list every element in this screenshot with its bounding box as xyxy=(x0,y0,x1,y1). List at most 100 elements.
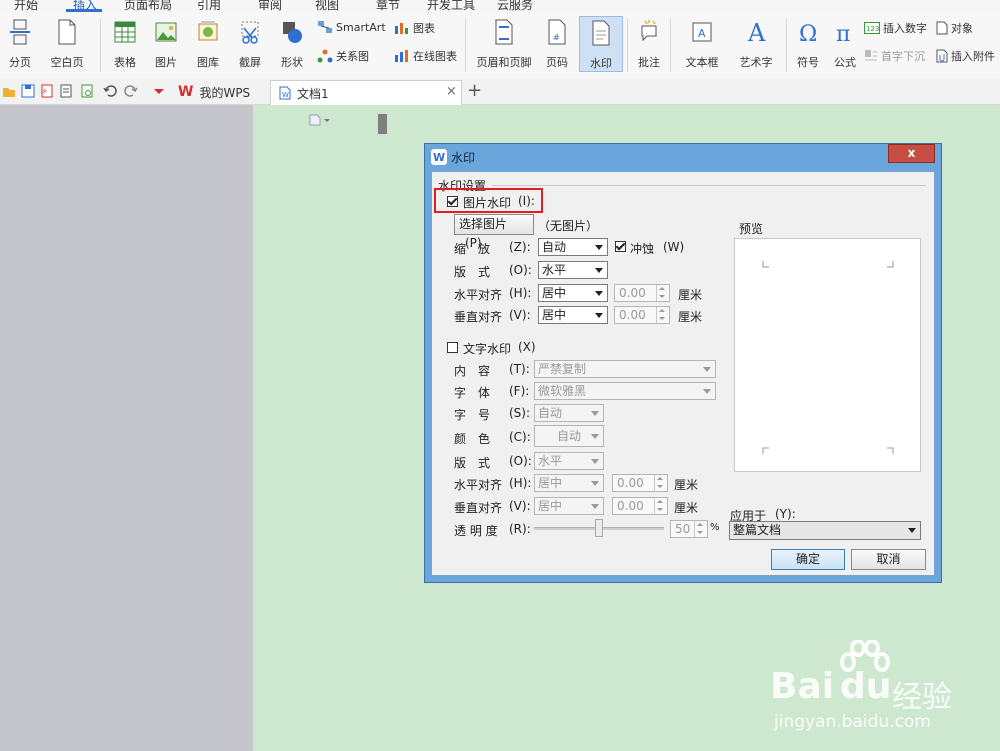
undo-icon[interactable] xyxy=(103,84,117,98)
watermark-button[interactable]: 水印 xyxy=(579,16,623,72)
paste-options-icon[interactable] xyxy=(309,114,331,126)
picture-button[interactable]: 图片 xyxy=(148,18,184,69)
tab-chapter[interactable]: 章节 xyxy=(376,0,400,12)
dialog-title-bar[interactable]: W 水印 x xyxy=(425,144,941,170)
svg-text:P: P xyxy=(43,89,47,96)
save-icon[interactable] xyxy=(21,84,35,98)
ribbon-separator xyxy=(465,18,466,72)
select-picture-button[interactable]: 选择图片 (P) xyxy=(454,214,534,250)
color-select[interactable]: 自动 xyxy=(534,425,604,447)
shape-icon xyxy=(283,22,302,43)
text-vertical-align-shortcut: (V): xyxy=(509,499,531,513)
transparency-spinner[interactable]: 50 xyxy=(670,520,708,538)
screenshot-label: 截屏 xyxy=(239,56,261,69)
table-label: 表格 xyxy=(114,56,136,69)
font-select[interactable]: 微软雅黑 xyxy=(534,382,716,400)
relation-chart-button[interactable]: 关系图 xyxy=(317,48,369,64)
new-tab-icon[interactable]: + xyxy=(467,80,482,101)
page-number-button[interactable]: # 页码 xyxy=(538,18,576,69)
content-select[interactable]: 严禁复制 xyxy=(534,360,716,378)
gallery-button[interactable]: 图库 xyxy=(190,18,226,69)
tab-cloud[interactable]: 云服务 xyxy=(497,0,533,12)
tab-developer[interactable]: 开发工具 xyxy=(427,0,475,12)
doc-tab-document1[interactable]: W 文档1 xyxy=(270,80,462,105)
wordart-button[interactable]: A 艺术字 xyxy=(730,18,782,69)
comment-button[interactable]: 批注 xyxy=(632,18,666,69)
horizontal-offset-value: 0.00 xyxy=(619,286,646,300)
close-icon[interactable]: × xyxy=(446,84,457,99)
text-watermark-checkbox[interactable] xyxy=(447,342,458,353)
online-chart-button[interactable]: 在线图表 xyxy=(394,48,457,64)
text-vertical-offset-unit: 厘米 xyxy=(674,501,699,515)
spinner-arrows-icon[interactable] xyxy=(656,285,669,301)
chevron-down-icon xyxy=(591,434,599,439)
spinner-arrows-icon[interactable] xyxy=(694,521,707,537)
text-horizontal-align-label: 水平对齐 xyxy=(454,478,503,492)
text-layout-select[interactable]: 水平 xyxy=(534,452,604,470)
doc-tab-document1-label: 文档1 xyxy=(297,86,329,101)
tab-home[interactable]: 开始 xyxy=(14,0,38,12)
screenshot-button[interactable]: 截屏 xyxy=(232,18,268,69)
attachment-button[interactable]: 插入附件 xyxy=(936,48,995,64)
header-footer-button[interactable]: 页眉和页脚 xyxy=(472,18,536,69)
table-button[interactable]: 表格 xyxy=(106,18,144,69)
vertical-offset-spinner[interactable]: 0.00 xyxy=(614,306,670,324)
ok-button[interactable]: 确定 xyxy=(771,549,845,570)
textbox-button[interactable]: A 文本框 xyxy=(676,18,728,69)
logo-url-text: jingyan.baidu.com xyxy=(774,712,931,732)
chart-button[interactable]: 图表 xyxy=(394,20,435,36)
spinner-arrows-icon[interactable] xyxy=(654,475,667,491)
blank-page-button[interactable]: 空白页 xyxy=(44,18,90,69)
layout-select[interactable]: 水平 xyxy=(538,261,608,279)
text-layout-shortcut: (O): xyxy=(509,454,532,468)
textbox-label: 文本框 xyxy=(685,56,719,69)
print-preview-icon[interactable] xyxy=(80,84,94,98)
size-select[interactable]: 自动 xyxy=(534,404,604,422)
spinner-arrows-icon[interactable] xyxy=(656,307,669,323)
ribbon-separator xyxy=(786,18,787,72)
tab-references[interactable]: 引用 xyxy=(197,0,221,12)
insert-number-button[interactable]: 123 插入数字 xyxy=(864,20,927,36)
ribbon-separator xyxy=(100,18,101,72)
horizontal-offset-spinner[interactable]: 0.00 xyxy=(614,284,670,302)
logo-jingyan-text: 经验 xyxy=(892,680,952,715)
symbol-button[interactable]: Ω 符号 xyxy=(790,18,826,69)
tab-view[interactable]: 视图 xyxy=(315,0,339,12)
percent-sign: % xyxy=(710,522,720,533)
text-vertical-align-select[interactable]: 居中 xyxy=(534,497,604,515)
formula-button[interactable]: π 公式 xyxy=(830,18,860,69)
text-vertical-offset-spinner[interactable]: 0.00 xyxy=(612,497,668,515)
picture-label: 图片 xyxy=(155,56,177,69)
horizontal-align-select[interactable]: 居中 xyxy=(538,284,608,302)
redo-icon[interactable] xyxy=(124,84,138,98)
logo-brand-text-2: du xyxy=(840,666,892,707)
chevron-down-icon xyxy=(908,528,916,533)
content-label: 内 容 xyxy=(454,364,491,378)
drop-cap-button[interactable]: 首字下沉 xyxy=(864,48,925,64)
page-break-button[interactable]: 分页 xyxy=(2,18,38,69)
scale-select[interactable]: 自动 xyxy=(538,238,608,256)
smartart-button[interactable]: SmartArt xyxy=(317,20,386,34)
print-icon[interactable] xyxy=(59,84,73,98)
transparency-slider-thumb[interactable] xyxy=(595,519,603,537)
open-folder-icon[interactable] xyxy=(2,84,16,98)
attachment-label: 插入附件 xyxy=(951,50,995,63)
apply-to-select[interactable]: 整篇文档 xyxy=(729,521,921,540)
tab-review[interactable]: 审阅 xyxy=(258,0,282,12)
object-button[interactable]: 对象 xyxy=(936,20,973,36)
dialog-close-button[interactable]: x xyxy=(888,144,935,163)
customize-dropdown-icon[interactable] xyxy=(152,84,166,98)
tab-page-layout[interactable]: 页面布局 xyxy=(124,0,172,12)
export-pdf-icon[interactable]: P xyxy=(40,84,54,98)
cancel-button[interactable]: 取消 xyxy=(851,549,926,570)
text-horizontal-align-select[interactable]: 居中 xyxy=(534,474,604,492)
vertical-align-select[interactable]: 居中 xyxy=(538,306,608,324)
chart-label: 图表 xyxy=(413,22,435,35)
text-horizontal-offset-spinner[interactable]: 0.00 xyxy=(612,474,668,492)
spinner-arrows-icon[interactable] xyxy=(654,498,667,514)
picture-watermark-shortcut: (I): xyxy=(518,194,535,208)
picture-watermark-checkbox[interactable] xyxy=(447,196,458,207)
shape-button[interactable]: 形状 xyxy=(274,18,310,69)
washout-checkbox[interactable] xyxy=(615,241,626,252)
transparency-value: 50 xyxy=(675,522,691,536)
